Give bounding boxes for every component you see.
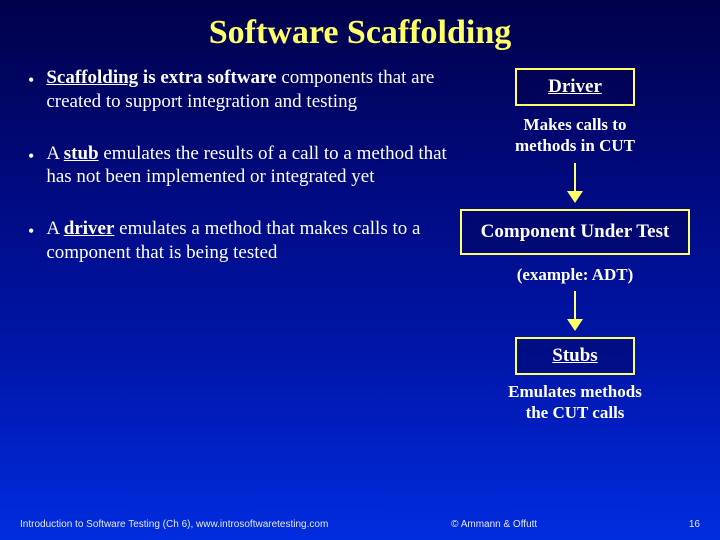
list-item: • Scaffolding is extra software componen… <box>28 66 450 114</box>
stubs-box: Stubs <box>515 337 635 375</box>
diagram-column: Driver Makes calls to methods in CUT Com… <box>450 62 700 423</box>
slide-footer: Introduction to Software Testing (Ch 6),… <box>0 519 720 530</box>
slide-content: • Scaffolding is extra software componen… <box>0 62 720 423</box>
bullet-icon: • <box>28 68 34 92</box>
arrow-svg <box>563 163 587 203</box>
cut-example: (example: ADT) <box>517 265 634 285</box>
text-run: A <box>46 218 63 239</box>
arrow-down-icon <box>563 291 587 331</box>
driver-caption: Makes calls to methods in CUT <box>515 114 635 157</box>
bullet-list: • Scaffolding is extra software componen… <box>20 62 450 423</box>
bullet-icon: • <box>28 219 34 243</box>
bullet-icon: • <box>28 144 34 168</box>
term-underline: driver <box>64 218 115 239</box>
driver-box: Driver <box>515 68 635 106</box>
text-line: Makes calls to <box>524 115 627 134</box>
bullet-text: A stub emulates the results of a call to… <box>46 142 450 190</box>
text-line: Emulates methods <box>508 382 642 401</box>
text-line: methods in CUT <box>515 136 635 155</box>
list-item: • A driver emulates a method that makes … <box>28 217 450 265</box>
bullet-text: A driver emulates a method that makes ca… <box>46 217 450 265</box>
list-item: • A stub emulates the results of a call … <box>28 142 450 190</box>
bold-run: is extra software <box>138 67 276 88</box>
text-run: A <box>46 143 63 164</box>
arrow-down-icon <box>563 163 587 203</box>
footer-page-number: 16 <box>660 519 700 530</box>
footer-left: Introduction to Software Testing (Ch 6),… <box>20 519 328 530</box>
stubs-caption: Emulates methods the CUT calls <box>508 381 642 424</box>
arrow-svg <box>563 291 587 331</box>
term-underline: Scaffolding <box>46 67 138 88</box>
slide-title: Software Scaffolding <box>0 0 720 62</box>
cut-box: Component Under Test <box>460 209 690 255</box>
footer-center: © Ammann & Offutt <box>328 519 660 530</box>
text-line: the CUT calls <box>526 403 625 422</box>
term-underline: stub <box>64 143 99 164</box>
text-run: emulates the results of a call to a meth… <box>46 143 447 188</box>
bullet-text: Scaffolding is extra software components… <box>46 66 450 114</box>
